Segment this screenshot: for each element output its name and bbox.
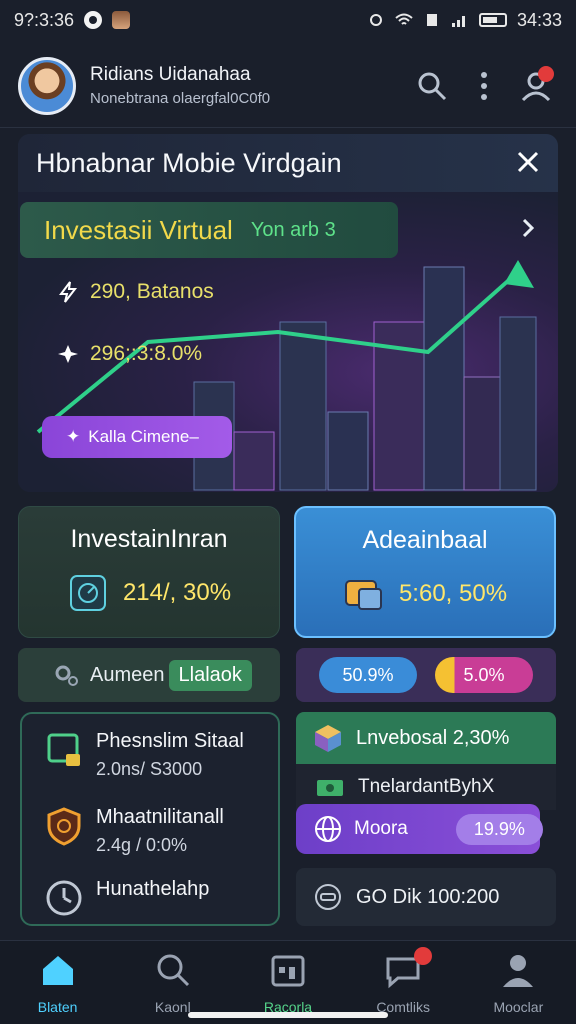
banner-stat-return: 296;:3:8.0% (56, 342, 202, 366)
more-vertical-icon (481, 71, 487, 100)
gear-icon (55, 665, 78, 686)
app-header: Ridians Uidanahaa Nonebtrana olaergfal0C… (0, 44, 576, 128)
nav-item-messages[interactable]: Comtliks (348, 946, 458, 1015)
profile-info: Ridians Uidanahaa Nonebtrana olaergfal0C… (90, 64, 402, 107)
home-indicator[interactable] (188, 1012, 388, 1018)
search-icon (157, 954, 189, 986)
settings-pill-label: Aumeen (90, 663, 165, 686)
battery-icon (478, 13, 507, 27)
settings-pill[interactable]: Aumeen Llalaok (18, 648, 280, 702)
adean-card[interactable]: Adeainbaal 5:60, 50% (294, 506, 556, 638)
nav-label: Kaonl (154, 998, 191, 1015)
nav-item-records[interactable]: Racorla (233, 951, 343, 1015)
chevron-right-icon[interactable] (516, 216, 540, 240)
nav-label: Blaten (37, 998, 78, 1015)
account-button[interactable] (514, 64, 558, 108)
investment-detail-panel: Lnvebosal 2,30% TnelardantByhX Moora 19.… (296, 712, 556, 926)
globe-icon (315, 816, 341, 842)
search-icon (418, 72, 447, 100)
adean-card-value: 5:60, 50% (398, 580, 508, 607)
list-item[interactable]: Phesnslim Sitaal 2.0ns/ S3000 (44, 730, 244, 780)
app-notification-icon (84, 11, 103, 29)
banner-cta-button[interactable]: ✦ Kalla Cimene– (42, 416, 232, 458)
shield-icon (47, 807, 81, 846)
counter-row[interactable]: GO Dik 100:200 (296, 868, 556, 926)
notification-badge (414, 946, 433, 965)
list-item-subtitle: 2.4g / 0:0% (96, 835, 188, 855)
wifi-icon (395, 13, 413, 25)
global-market-percentage: 19.9% (455, 813, 543, 845)
chip-label: Investasii Virtual (44, 214, 233, 245)
more-options-button[interactable] (462, 64, 506, 108)
investment-detail-label: Lnvebosal 2,30% (356, 726, 510, 749)
tablet-icon (47, 733, 80, 766)
investment-detail-row[interactable]: Lnvebosal 2,30% (296, 712, 556, 764)
profile-notification-icon (112, 11, 131, 29)
signal-icon (451, 16, 465, 27)
status-time-right: 34:33 (516, 9, 562, 30)
nav-label: Mooclar (493, 998, 544, 1015)
profile-name: Ridians Uidanahaa (90, 64, 251, 85)
status-bar: 9?:3:36 34:33 (0, 0, 576, 40)
list-item-title: Hunathelahp (96, 878, 210, 900)
list-item-title: Mhaatnilitanall (96, 806, 224, 828)
list-item[interactable]: Mhaatnilitanall 2.4g / 0:0% (44, 806, 224, 856)
list-item-title: Phesnslim Sitaal (96, 730, 244, 752)
nav-item-home[interactable]: Blaten (3, 951, 113, 1015)
nav-item-profile[interactable]: Mooclar (463, 951, 573, 1015)
growth-icon (58, 345, 78, 363)
percentage-pill-group: 50.9% 5.0% (296, 648, 556, 702)
promo-banner[interactable]: Hbnabnar Mobie Virdgain Investasii Virtu… (18, 134, 558, 492)
portfolio-list-panel: Phesnslim Sitaal 2.0ns/ S3000 Mhaatnilit… (20, 712, 280, 926)
global-market-row[interactable]: Moora 19.9% (296, 804, 543, 854)
user-icon (503, 954, 534, 987)
list-item-subtitle: 2.0ns/ S3000 (96, 759, 203, 779)
transaction-label: TnelardantByhX (358, 776, 495, 797)
gauge-icon (315, 884, 341, 910)
wallet-icon (344, 580, 382, 610)
box-icon (315, 725, 341, 752)
percentage-pill-right[interactable]: 5.0% (435, 657, 533, 693)
cta-label: Kalla Cimene– (88, 427, 199, 446)
notification-badge (538, 65, 554, 82)
nfc-icon (369, 14, 382, 26)
banner-stat-balance: 290, Batanos (56, 280, 214, 304)
profile-subtitle: Nonebtrana olaergfal0C0f0 (90, 90, 271, 107)
close-icon[interactable] (512, 146, 544, 178)
plus-icon: ✦ (66, 427, 81, 446)
calendar-icon (271, 955, 305, 986)
search-button[interactable] (410, 64, 454, 108)
stat-return-value: 296;:3:8.0% (90, 342, 203, 365)
percentage-pill-left[interactable]: 50.9% (319, 657, 417, 693)
banner-title: Hbnabnar Mobie Virdgain (18, 134, 558, 192)
virtual-investment-chip[interactable]: Investasii Virtual Yon arb 3 (20, 202, 398, 258)
chip-tag: Yon arb 3 (250, 218, 336, 241)
list-item[interactable]: Hunathelahp (44, 878, 209, 918)
clock-icon (46, 880, 82, 916)
avatar[interactable] (18, 56, 76, 115)
cash-icon (317, 780, 343, 796)
settings-pill-highlight: Llalaok (168, 659, 252, 691)
stat-balance-value: 290, Batanos (90, 280, 214, 303)
investment-card-value: 214/, 30% (122, 579, 232, 606)
investment-card-title: InvestainInran (70, 525, 228, 553)
bolt-icon (59, 281, 78, 303)
global-market-label: Moora (354, 818, 408, 839)
adean-card-title: Adeainbaal (362, 526, 488, 554)
safe-icon (69, 575, 106, 611)
status-time-left: 9?:3:36 (14, 9, 75, 30)
investment-card[interactable]: InvestainInran 214/, 30% (18, 506, 280, 638)
nav-item-search[interactable]: Kaonl (118, 951, 228, 1015)
home-icon (42, 955, 73, 985)
sim-icon (426, 14, 437, 26)
counter-label: GO Dik 100:200 (356, 885, 500, 908)
